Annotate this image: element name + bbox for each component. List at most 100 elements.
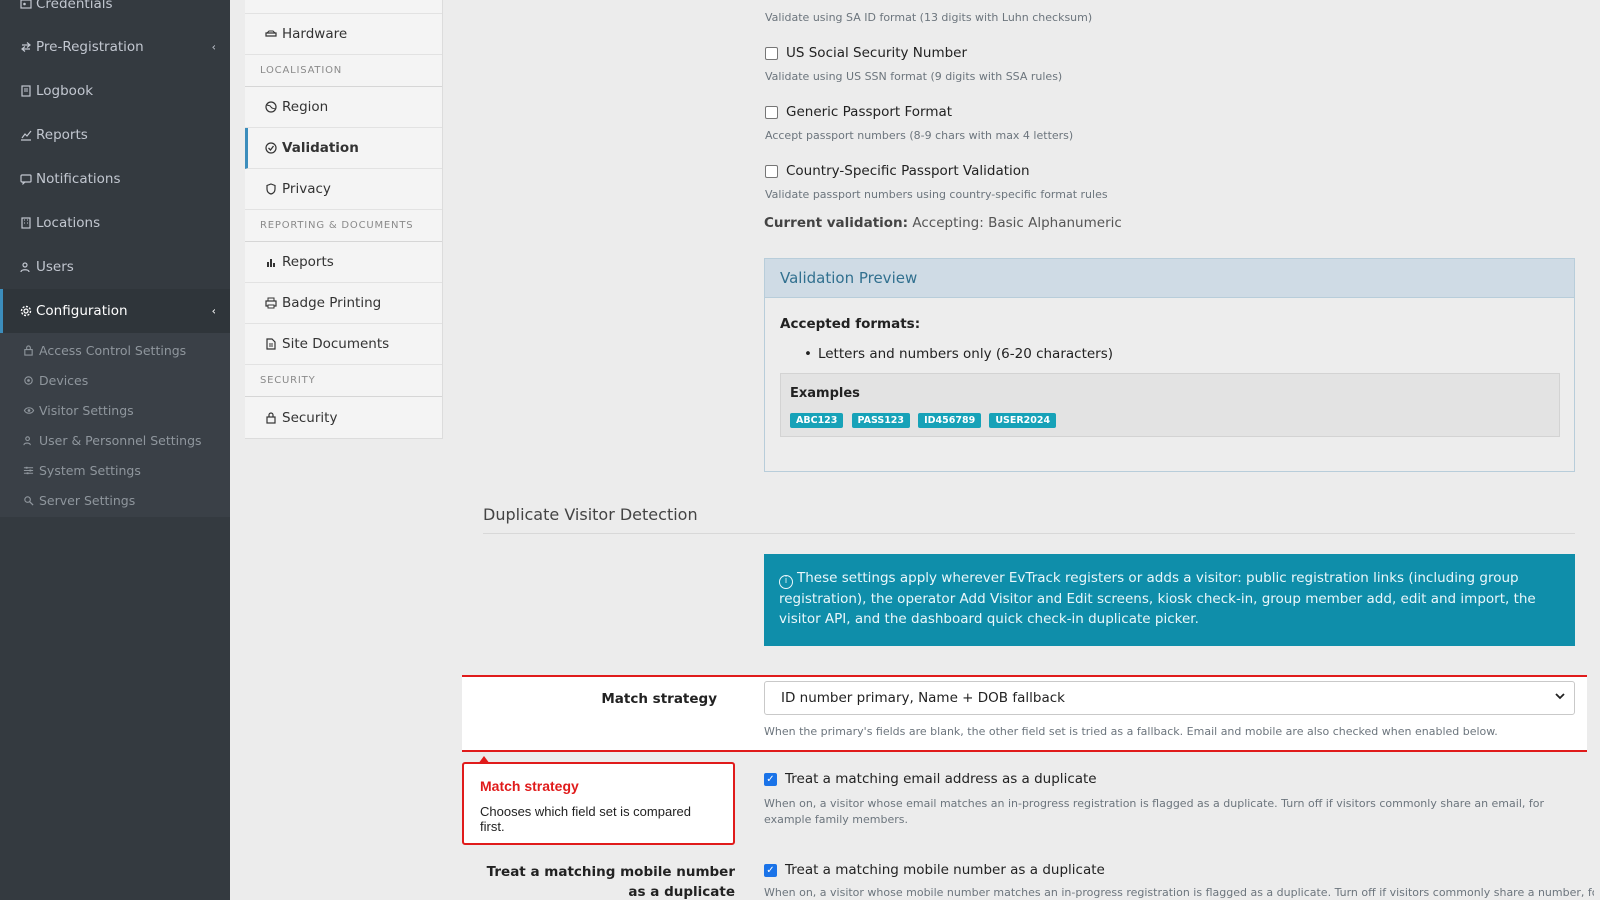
- chat-icon: [19, 172, 33, 186]
- duplicate-info-alert: i These settings apply wherever EvTrack r…: [764, 554, 1575, 646]
- mobile-duplicate-checkbox[interactable]: ✓: [764, 863, 777, 877]
- submenu-item-label: System Settings: [39, 462, 141, 478]
- printer-icon: [264, 296, 278, 310]
- settings-menu-item-region[interactable]: Region: [245, 87, 442, 128]
- settings-menu-item-hardware[interactable]: Hardware: [245, 14, 442, 55]
- section-security: SECURITY: [245, 365, 442, 397]
- sidebar-item-label: Configuration: [36, 303, 128, 319]
- settings-menu-item-security[interactable]: Security: [245, 397, 442, 438]
- sidebar-item-credentials[interactable]: Credentials: [0, 0, 230, 16]
- email-duplicate-option[interactable]: ✓ Treat a matching email address as a du…: [764, 771, 1097, 787]
- ssn-help: Validate using US SSN format (9 digits w…: [765, 70, 1063, 83]
- settings-menu-item-site-documents[interactable]: Site Documents: [245, 324, 442, 365]
- passport-checkbox[interactable]: [765, 105, 778, 119]
- chart-icon: [19, 128, 33, 142]
- duplicate-detection-heading: Duplicate Visitor Detection: [483, 505, 698, 524]
- example-badge: ABC123: [790, 413, 844, 428]
- submenu-item-label: Server Settings: [39, 492, 136, 508]
- info-icon: i: [779, 575, 793, 589]
- mobile-duplicate-option[interactable]: ✓ Treat a matching mobile number as a du…: [764, 862, 1105, 878]
- users-icon: [19, 260, 33, 274]
- tooltip-title: Match strategy: [480, 778, 579, 794]
- sidebar-item-logbook[interactable]: Logbook: [0, 69, 230, 113]
- settings-menu-label: Security: [282, 409, 338, 426]
- ssn-option[interactable]: US Social Security Number: [765, 45, 967, 61]
- submenu-item-devices[interactable]: Devices: [0, 365, 230, 395]
- book-icon: [19, 84, 33, 98]
- settings-menu-item-reports[interactable]: Reports: [245, 242, 442, 283]
- eye-icon: [22, 404, 35, 417]
- configuration-submenu: Access Control Settings Devices Visitor …: [0, 333, 230, 517]
- check-circle-icon: [264, 141, 278, 155]
- section-localisation: LOCALISATION: [245, 55, 442, 87]
- sidebar-item-label: Credentials: [36, 0, 113, 12]
- submenu-item-access-control[interactable]: Access Control Settings: [0, 335, 230, 365]
- examples-box: Examples ABC123 PASS123 ID456789 USER202…: [780, 373, 1560, 437]
- bar-chart-icon: [264, 255, 278, 269]
- current-validation-value: Accepting: Basic Alphanumeric: [912, 215, 1122, 231]
- settings-menu-label: Validation: [282, 140, 359, 156]
- example-badge: ID456789: [918, 413, 982, 428]
- match-strategy-help: When the primary's fields are blank, the…: [764, 725, 1498, 738]
- sidebar-item-label: Users: [36, 259, 74, 275]
- bullet-icon: •: [804, 346, 812, 362]
- sidebar-item-users[interactable]: Users: [0, 245, 230, 289]
- sidebar-item-configuration[interactable]: Configuration ‹: [0, 289, 230, 333]
- accepted-formats-label: Accepted formats:: [780, 316, 921, 332]
- duplicate-info-text: These settings apply wherever EvTrack re…: [779, 570, 1536, 627]
- email-duplicate-checkbox[interactable]: ✓: [764, 772, 777, 786]
- globe-icon: [264, 100, 278, 114]
- sidebar-item-reports[interactable]: Reports: [0, 113, 230, 157]
- match-strategy-label: Match strategy: [601, 691, 717, 707]
- settings-menu-item-validation[interactable]: Validation: [245, 128, 442, 169]
- validation-preview-title: Validation Preview: [765, 259, 1574, 298]
- main-sidebar: Credentials Pre-Registration ‹ Logbook R…: [0, 0, 230, 900]
- ssn-checkbox[interactable]: [765, 46, 778, 60]
- user-cog-icon: [22, 434, 35, 447]
- sidebar-item-locations[interactable]: Locations: [0, 201, 230, 245]
- match-strategy-select[interactable]: ID number primary, Name + DOB fallback: [764, 681, 1575, 715]
- current-validation: Current validation: Accepting: Basic Alp…: [764, 215, 1122, 231]
- shield-icon: [264, 182, 278, 196]
- validation-preview-card: Validation Preview Accepted formats: • Le…: [764, 258, 1575, 472]
- id-card-icon: [19, 0, 33, 11]
- submenu-item-visitor-settings[interactable]: Visitor Settings: [0, 395, 230, 425]
- sidebar-item-label: Locations: [36, 215, 101, 231]
- sidebar-item-notifications[interactable]: Notifications: [0, 157, 230, 201]
- passport-option[interactable]: Generic Passport Format: [765, 104, 952, 120]
- passport-help: Accept passport numbers (8-9 chars with …: [765, 129, 1074, 142]
- lock-icon: [22, 344, 35, 357]
- examples-badges: ABC123 PASS123 ID456789 USER2024: [790, 408, 1059, 428]
- submenu-item-label: Access Control Settings: [39, 342, 187, 358]
- country-passport-help: Validate passport numbers using country-…: [765, 188, 1108, 201]
- accepted-format-item: • Letters and numbers only (6-20 characte…: [804, 346, 1113, 362]
- submenu-item-user-personnel[interactable]: User & Personnel Settings: [0, 425, 230, 455]
- country-passport-option[interactable]: Country-Specific Passport Validation: [765, 163, 1030, 179]
- settings-menu-label: Hardware: [282, 26, 348, 42]
- mobile-duplicate-label: Treat a matching mobile number as a dupl…: [785, 862, 1105, 878]
- mobile-duplicate-row-label: Treat a matching mobile number as a dupl…: [486, 864, 735, 900]
- country-passport-checkbox[interactable]: [765, 164, 778, 178]
- hardware-icon: [264, 27, 278, 41]
- settings-menu-label: Badge Printing: [282, 295, 382, 311]
- chevron-down-icon: [1554, 690, 1566, 705]
- current-validation-label: Current validation:: [764, 215, 909, 231]
- settings-menu-label: Region: [282, 99, 329, 115]
- server-icon: [22, 494, 35, 507]
- gear-icon: [19, 304, 33, 318]
- passport-label: Generic Passport Format: [786, 104, 953, 120]
- settings-menu-item-partial: [245, 0, 442, 14]
- lock-icon: [264, 411, 278, 425]
- sidebar-item-label: Reports: [36, 127, 88, 143]
- sidebar-item-label: Notifications: [36, 171, 121, 187]
- settings-menu-item-privacy[interactable]: Privacy: [245, 169, 442, 210]
- examples-label: Examples: [790, 386, 860, 401]
- accepted-format-text: Letters and numbers only (6-20 character…: [817, 346, 1114, 362]
- sidebar-item-pre-registration[interactable]: Pre-Registration ‹: [0, 25, 230, 69]
- example-badge: PASS123: [851, 413, 911, 428]
- submenu-item-server-settings[interactable]: Server Settings: [0, 485, 230, 515]
- submenu-item-label: Visitor Settings: [39, 402, 134, 418]
- settings-menu-item-badge-printing[interactable]: Badge Printing: [245, 283, 442, 324]
- chevron-left-icon: ‹: [211, 40, 216, 54]
- submenu-item-system-settings[interactable]: System Settings: [0, 455, 230, 485]
